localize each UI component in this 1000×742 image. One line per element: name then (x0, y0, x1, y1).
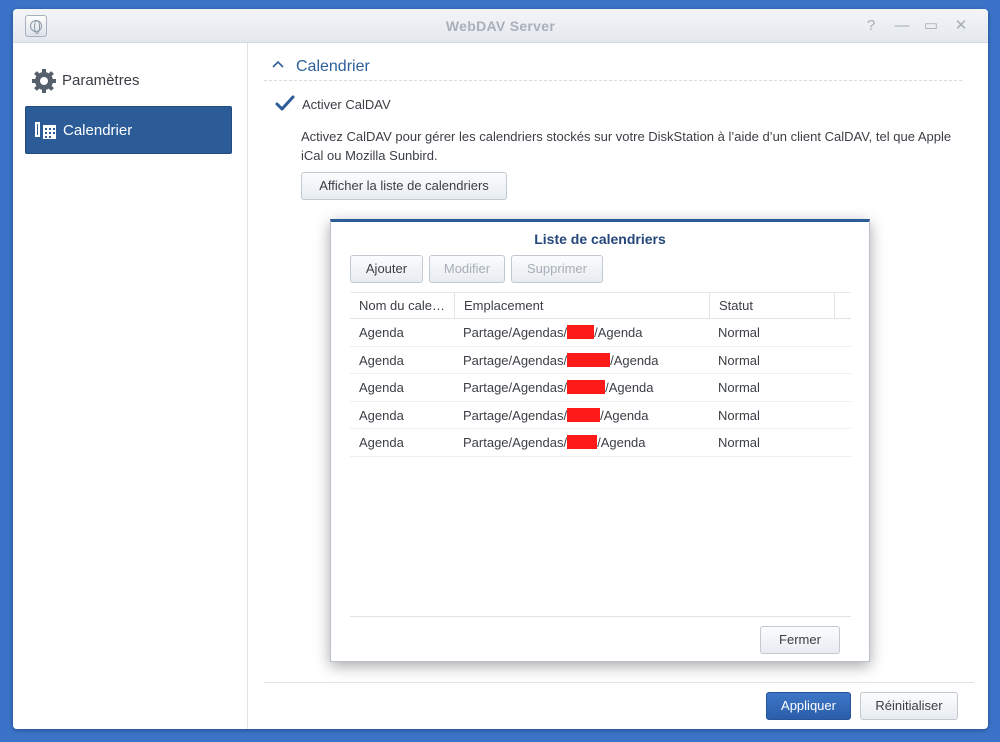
dialog-title: Liste de calendriers (534, 231, 666, 247)
redaction-mark (567, 325, 595, 339)
redaction-mark (567, 352, 611, 367)
chevron-up-icon[interactable] (272, 58, 284, 70)
cell-status: Normal (718, 407, 760, 423)
cell-name: Agenda (359, 352, 404, 368)
gear-icon (32, 69, 56, 93)
redaction-mark (567, 435, 598, 449)
table-row[interactable]: Agenda Partage/Agendas//Agenda Normal (350, 319, 851, 347)
table-row[interactable]: Agenda Partage/Agendas//Agenda Normal (350, 374, 851, 402)
minimize-icon[interactable]: — (893, 17, 911, 35)
close-icon[interactable]: ✕ (952, 17, 970, 35)
cell-location: Partage/Agendas//Agenda (463, 380, 654, 395)
cell-name: Agenda (359, 325, 404, 340)
redaction-mark (567, 380, 606, 394)
help-icon[interactable]: ? (862, 17, 880, 35)
window-title: WebDAV Server (445, 18, 556, 34)
add-button[interactable]: Ajouter (350, 255, 423, 283)
table-row[interactable]: Agenda Partage/Agendas//Agenda Normal (350, 347, 851, 374)
cell-status: Normal (718, 435, 760, 450)
cell-status: Normal (718, 325, 760, 340)
calendrier-section-header[interactable]: Calendrier (264, 49, 962, 81)
webdav-server-window: WebDAV Server ? — ▭ ✕ Paramètres Calendr… (13, 9, 988, 729)
calendar-table: Nom du cale… Emplacement Statut Agenda P… (350, 292, 851, 457)
column-header-status[interactable]: Statut (709, 293, 834, 318)
table-row[interactable]: Agenda Partage/Agendas//Agenda Normal (350, 402, 851, 429)
cell-name: Agenda (359, 407, 404, 423)
sidebar-item-parametres[interactable]: Paramètres (25, 57, 232, 105)
delete-button[interactable]: Supprimer (511, 255, 603, 283)
column-header-location[interactable]: Emplacement (454, 293, 710, 318)
table-body: Agenda Partage/Agendas//Agenda Normal Ag… (350, 319, 851, 457)
title-bar[interactable]: WebDAV Server ? — ▭ ✕ (13, 9, 988, 43)
show-calendar-list-button[interactable]: Afficher la liste de calendriers (301, 172, 507, 200)
dialog-footer-divider (350, 616, 851, 617)
sidebar-item-label: Paramètres (62, 72, 140, 89)
maximize-icon[interactable]: ▭ (922, 17, 940, 35)
section-title: Calendrier (296, 58, 370, 75)
calendar-list-dialog: Liste de calendriers Ajouter Modifier Su… (330, 219, 870, 662)
cell-status: Normal (718, 352, 760, 368)
sidebar-item-calendrier[interactable]: Calendrier (25, 106, 232, 154)
calendar-icon (35, 122, 56, 139)
apply-button[interactable]: Appliquer (766, 692, 851, 720)
sidebar: Paramètres Calendrier (13, 43, 248, 729)
reset-button[interactable]: Réinitialiser (860, 692, 958, 720)
cell-location: Partage/Agendas//Agenda (463, 407, 649, 423)
cell-location: Partage/Agendas//Agenda (463, 352, 659, 368)
footer-divider (264, 682, 974, 683)
cell-name: Agenda (359, 435, 404, 450)
caldav-checkbox[interactable] (275, 95, 295, 113)
caldav-checkbox-label[interactable]: Activer CalDAV (302, 97, 391, 112)
cell-location: Partage/Agendas//Agenda (463, 325, 643, 340)
column-header-name[interactable]: Nom du cale… (350, 293, 455, 318)
sidebar-item-label: Calendrier (63, 122, 133, 139)
caldav-description: Activez CalDAV pour gérer les calendrier… (301, 129, 952, 163)
close-dialog-button[interactable]: Fermer (760, 626, 840, 654)
cell-name: Agenda (359, 380, 404, 395)
cell-status: Normal (718, 380, 760, 395)
cell-location: Partage/Agendas//Agenda (463, 435, 646, 450)
table-header: Nom du cale… Emplacement Statut (350, 292, 851, 319)
table-row[interactable]: Agenda Partage/Agendas//Agenda Normal (350, 429, 851, 457)
column-header-spacer (834, 293, 851, 318)
redaction-mark (567, 407, 601, 422)
edit-button[interactable]: Modifier (429, 255, 505, 283)
